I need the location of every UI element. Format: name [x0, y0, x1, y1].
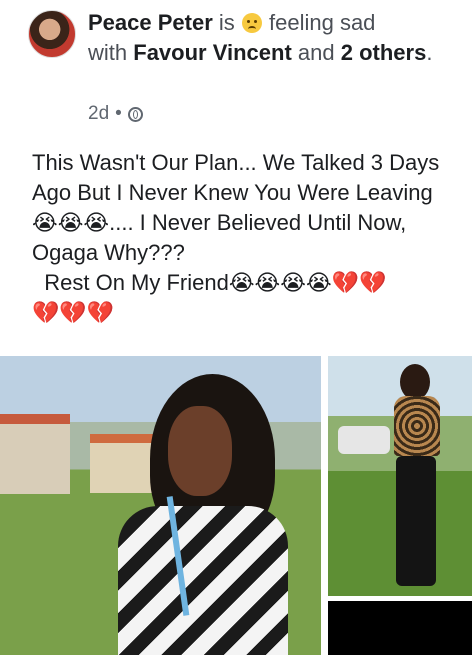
- photo-background-building: [0, 414, 70, 494]
- sad-face-icon: [241, 13, 262, 33]
- tagged-friend[interactable]: Favour Vincent: [133, 40, 292, 65]
- tagged-others[interactable]: 2 others: [341, 40, 427, 65]
- feeling-text: feeling sad: [262, 10, 376, 35]
- post-header: Peace Peter is feeling sad with Favour Vi…: [0, 0, 472, 140]
- period: .: [426, 40, 433, 65]
- photo-person-legs: [396, 456, 436, 586]
- author-avatar[interactable]: [28, 10, 76, 58]
- photo-person-shirt: [118, 506, 288, 655]
- with-text: with: [88, 40, 134, 65]
- photo-person-top: [394, 396, 440, 456]
- and-text: and: [291, 40, 341, 65]
- globe-icon[interactable]: [127, 106, 143, 122]
- post-meta: 2d •: [88, 103, 143, 125]
- post-photo-2[interactable]: [328, 356, 472, 596]
- post-body: This Wasn't Our Plan... We Talked 3 Days…: [32, 150, 440, 325]
- photo-person-head: [400, 364, 430, 400]
- photo-car: [338, 426, 390, 454]
- post-photo-3[interactable]: [328, 601, 472, 655]
- post-photo-1[interactable]: [0, 356, 321, 655]
- is-text: is: [212, 10, 241, 35]
- author-name[interactable]: Peace Peter: [88, 10, 213, 35]
- post-time[interactable]: 2d: [88, 103, 109, 125]
- post-header-text: Peace Peter is feeling sad with Favour Vi…: [88, 8, 458, 68]
- meta-separator: •: [115, 103, 122, 124]
- photo-person-face: [168, 406, 232, 496]
